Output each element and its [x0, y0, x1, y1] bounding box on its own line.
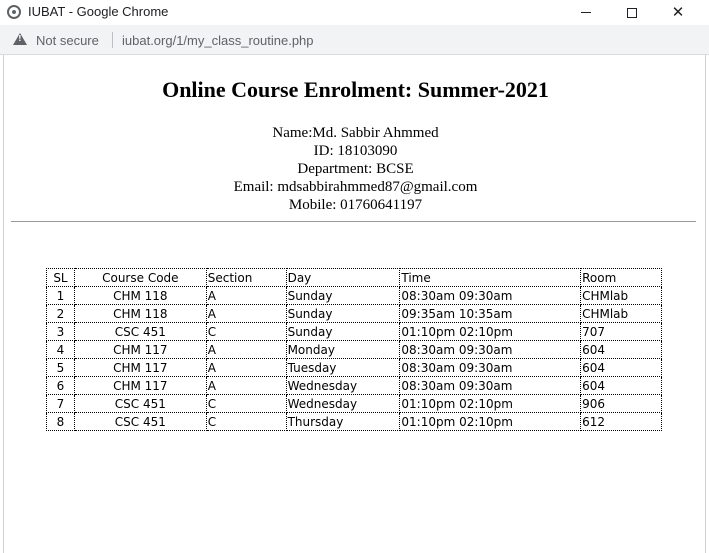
cell-day: Sunday [285, 304, 401, 323]
cell-room: 604 [580, 376, 662, 395]
cell-course-code: CSC 451 [73, 322, 207, 341]
minimize-icon [581, 12, 591, 13]
header-time: Time [399, 268, 582, 287]
cell-sl: 8 [46, 412, 75, 431]
address-bar[interactable]: Not secure iubat.org/1/my_class_routine.… [0, 25, 709, 55]
cell-section: A [205, 376, 287, 395]
cell-time: 08:30am 09:30am [399, 340, 582, 359]
cell-section: A [205, 304, 287, 323]
cell-room: 707 [580, 322, 662, 341]
cell-section: C [205, 394, 287, 413]
maximize-button[interactable] [609, 0, 655, 25]
student-mobile: Mobile: 01760641197 [288, 197, 423, 213]
cell-course-code: CHM 118 [73, 286, 207, 305]
cell-room: 604 [580, 358, 662, 377]
cell-section: A [205, 286, 287, 305]
chrome-icon [7, 5, 21, 19]
table-row: 2 CHM 118 A Sunday 09:35am 10:35am CHMla… [46, 304, 662, 323]
divider [11, 221, 696, 222]
cell-section: A [205, 358, 287, 377]
cell-sl: 3 [46, 322, 75, 341]
header-room: Room [580, 268, 662, 287]
maximize-icon [627, 7, 637, 18]
cell-room: CHMlab [580, 304, 662, 323]
cell-time: 01:10pm 02:10pm [399, 322, 582, 341]
cell-time: 08:30am 09:30am [399, 358, 582, 377]
student-department: Department: BCSE [297, 161, 414, 177]
close-icon: ✕ [671, 3, 685, 21]
minimize-button[interactable] [563, 0, 609, 25]
table-row: 7 CSC 451 C Wednesday 01:10pm 02:10pm 90… [46, 394, 662, 413]
security-status[interactable]: Not secure [36, 33, 99, 48]
table-row: 5 CHM 117 A Tuesday 08:30am 09:30am 604 [46, 358, 662, 377]
cell-room: 604 [580, 340, 662, 359]
cell-course-code: CHM 118 [73, 304, 207, 323]
cell-time: 08:30am 09:30am [399, 376, 582, 395]
cell-course-code: CHM 117 [73, 340, 207, 359]
student-info: Name:Md. Sabbir Ahmmed ID: 18103090 Depa… [4, 124, 707, 214]
cell-section: C [205, 322, 287, 341]
table-row: 6 CHM 117 A Wednesday 08:30am 09:30am 60… [46, 376, 662, 395]
cell-sl: 5 [46, 358, 75, 377]
cell-room: 906 [580, 394, 662, 413]
cell-time: 01:10pm 02:10pm [399, 394, 582, 413]
table-row: 8 CSC 451 C Thursday 01:10pm 02:10pm 612 [46, 412, 662, 431]
cell-day: Sunday [285, 286, 401, 305]
warning-icon[interactable] [13, 33, 27, 45]
address-separator [112, 32, 113, 48]
cell-course-code: CHM 117 [73, 358, 207, 377]
page-viewport: Online Course Enrolment: Summer-2021 Nam… [3, 55, 706, 553]
page-title: Online Course Enrolment: Summer-2021 [162, 77, 549, 102]
cell-room: CHMlab [580, 286, 662, 305]
cell-time: 09:35am 10:35am [399, 304, 582, 323]
cell-time: 08:30am 09:30am [399, 286, 582, 305]
table-row: 1 CHM 118 A Sunday 08:30am 09:30am CHMla… [46, 286, 662, 305]
table-row: 4 CHM 117 A Monday 08:30am 09:30am 604 [46, 340, 662, 359]
close-button[interactable]: ✕ [655, 0, 701, 25]
cell-course-code: CSC 451 [73, 394, 207, 413]
cell-section: A [205, 340, 287, 359]
header-course-code: Course Code [73, 268, 207, 287]
student-name: Name:Md. Sabbir Ahmmed [272, 125, 439, 141]
cell-sl: 2 [46, 304, 75, 323]
header-section: Section [205, 268, 287, 287]
cell-day: Thursday [285, 412, 401, 431]
cell-day: Tuesday [285, 358, 401, 377]
cell-time: 01:10pm 02:10pm [399, 412, 582, 431]
student-email: Email: mdsabbirahmmed87@gmail.com [233, 179, 478, 195]
header-day: Day [285, 268, 401, 287]
cell-day: Monday [285, 340, 401, 359]
student-id: ID: 18103090 [313, 143, 398, 159]
cell-course-code: CHM 117 [73, 376, 207, 395]
cell-section: C [205, 412, 287, 431]
table-header-row: SL Course Code Section Day Time Room [46, 268, 662, 287]
window-title-bar: IUBAT - Google Chrome ✕ [0, 0, 709, 25]
table-row: 3 CSC 451 C Sunday 01:10pm 02:10pm 707 [46, 322, 662, 341]
class-routine-table: SL Course Code Section Day Time Room 1 C… [46, 268, 662, 431]
cell-room: 612 [580, 412, 662, 431]
cell-sl: 6 [46, 376, 75, 395]
cell-course-code: CSC 451 [73, 412, 207, 431]
cell-sl: 7 [46, 394, 75, 413]
cell-day: Wednesday [285, 394, 401, 413]
cell-day: Sunday [285, 322, 401, 341]
cell-sl: 4 [46, 340, 75, 359]
header-sl: SL [46, 268, 75, 287]
cell-sl: 1 [46, 286, 75, 305]
url-text[interactable]: iubat.org/1/my_class_routine.php [122, 33, 314, 48]
cell-day: Wednesday [285, 376, 401, 395]
window-title: IUBAT - Google Chrome [28, 4, 169, 19]
